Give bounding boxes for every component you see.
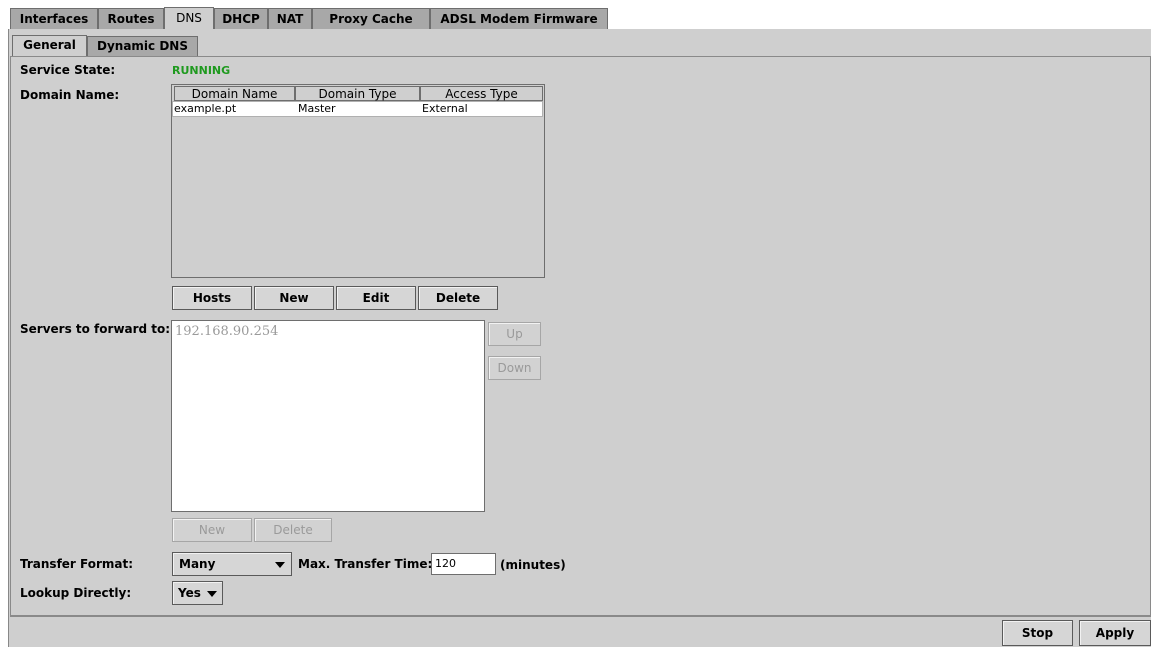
cell-domain-name[interactable]: example.pt xyxy=(174,102,236,116)
tab-proxy-cache[interactable]: Proxy Cache xyxy=(312,8,430,29)
lookup-directly-value: Yes xyxy=(178,586,201,600)
tab-nat[interactable]: NAT xyxy=(268,8,312,29)
tab-interfaces[interactable]: Interfaces xyxy=(10,8,98,29)
domain-name-label: Domain Name: xyxy=(20,88,120,102)
new-server-button[interactable]: New xyxy=(172,518,252,542)
up-button[interactable]: Up xyxy=(488,322,541,346)
service-state-label: Service State: xyxy=(20,63,116,77)
tab-dhcp[interactable]: DHCP xyxy=(214,8,268,29)
tab-dns[interactable]: DNS xyxy=(164,7,214,30)
apply-button[interactable]: Apply xyxy=(1079,620,1151,646)
chevron-down-icon xyxy=(275,562,285,568)
stop-button[interactable]: Stop xyxy=(1002,620,1073,646)
service-state-value: RUNNING xyxy=(172,64,231,77)
transfer-format-select[interactable]: Many xyxy=(172,552,292,576)
cell-access-type[interactable]: External xyxy=(422,102,468,116)
down-button[interactable]: Down xyxy=(488,356,541,380)
hosts-button[interactable]: Hosts xyxy=(172,286,252,310)
lookup-directly-label: Lookup Directly: xyxy=(20,586,132,600)
transfer-format-value: Many xyxy=(179,557,216,571)
column-header-domain-type[interactable]: Domain Type xyxy=(295,86,420,101)
max-transfer-time-label: Max. Transfer Time: xyxy=(298,557,433,571)
delete-server-button[interactable]: Delete xyxy=(254,518,332,542)
delete-domain-button[interactable]: Delete xyxy=(418,286,498,310)
cell-domain-type[interactable]: Master xyxy=(298,102,336,116)
forward-servers-label: Servers to forward to: xyxy=(20,322,171,336)
column-header-access-type[interactable]: Access Type xyxy=(420,86,543,101)
new-domain-button[interactable]: New xyxy=(254,286,334,310)
minutes-label: (minutes) xyxy=(500,558,566,572)
transfer-format-label: Transfer Format: xyxy=(20,557,134,571)
column-header-domain-name[interactable]: Domain Name xyxy=(174,86,295,101)
max-transfer-time-input[interactable]: 120 xyxy=(431,553,496,575)
divider xyxy=(10,616,1151,617)
tab-routes[interactable]: Routes xyxy=(98,8,164,29)
forward-servers-list[interactable] xyxy=(171,320,485,512)
subtab-general[interactable]: General xyxy=(12,35,87,57)
chevron-down-icon xyxy=(207,591,217,597)
lookup-directly-select[interactable]: Yes xyxy=(172,581,223,605)
list-item[interactable]: 192.168.90.254 xyxy=(175,324,278,339)
tab-adsl-modem-firmware[interactable]: ADSL Modem Firmware xyxy=(430,8,608,29)
subtab-dynamic-dns[interactable]: Dynamic DNS xyxy=(87,36,198,56)
edit-domain-button[interactable]: Edit xyxy=(336,286,416,310)
